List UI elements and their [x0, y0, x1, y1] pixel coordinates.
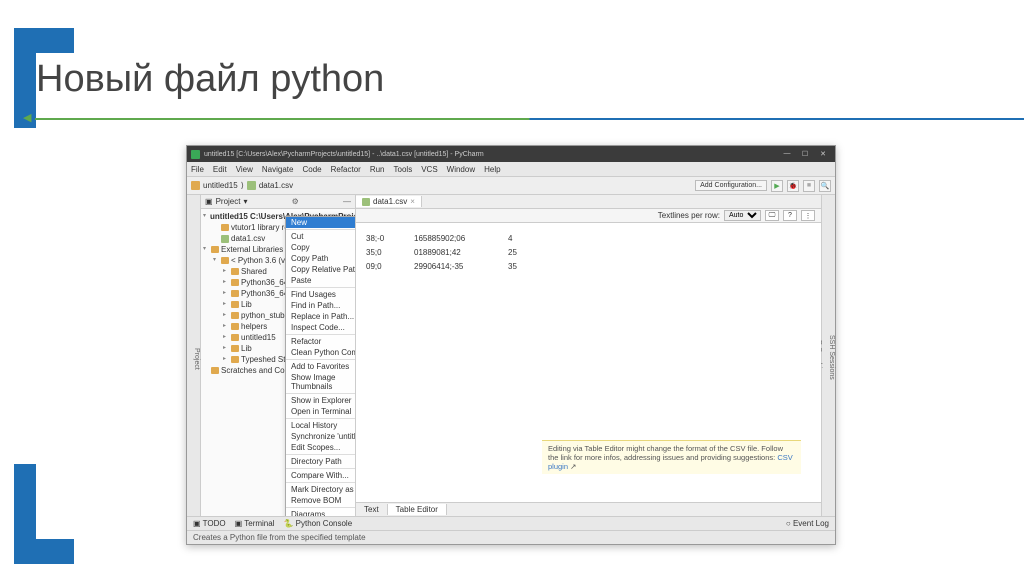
bottom-toolbar: ▣ TODO ▣ Terminal 🐍 Python Console ○ Eve… — [187, 516, 835, 530]
menu-view[interactable]: View — [236, 165, 253, 174]
window-title: untitled15 [C:\Users\Alex\PycharmProject… — [204, 151, 484, 158]
left-sidebar[interactable]: Project — [187, 195, 201, 516]
maximize-icon[interactable]: ☐ — [797, 150, 813, 158]
python-console-button[interactable]: 🐍 Python Console — [283, 519, 352, 528]
menu-edit[interactable]: Edit — [213, 165, 227, 174]
ctx-paste[interactable]: PasteCtrl+V — [286, 275, 356, 286]
ctx-directory-path[interactable]: Directory PathCtrl+Alt+F12 — [286, 456, 356, 467]
breadcrumb-file: data1.csv — [259, 181, 293, 190]
ctx-clean-python-compiled-files[interactable]: Clean Python Compiled Files — [286, 347, 356, 358]
csv-icon — [362, 198, 370, 206]
options-icon[interactable]: ⋮ — [801, 210, 815, 221]
hint-text: Editing via Table Editor might change th… — [548, 444, 783, 462]
ctx-copy-relative-path[interactable]: Copy Relative Path — [286, 264, 356, 275]
menu-vcs[interactable]: VCS — [421, 165, 437, 174]
editor-tab-data1[interactable]: data1.csv × — [356, 196, 422, 207]
ctx-open-in-terminal[interactable]: Open in Terminal — [286, 406, 356, 417]
ctx-inspect-code-[interactable]: Inspect Code... — [286, 322, 356, 333]
tab-table-editor[interactable]: Table Editor — [388, 504, 447, 515]
minimize-icon[interactable]: — — [779, 150, 795, 158]
ctx-new[interactable]: New▸ — [286, 217, 356, 228]
monitor-icon[interactable]: 🖵 — [765, 210, 779, 221]
search-icon[interactable]: 🔍 — [819, 180, 831, 192]
ctx-show-image-thumbnails[interactable]: Show Image ThumbnailsCtrl+Shift+T — [286, 372, 356, 392]
menu-navigate[interactable]: Navigate — [262, 165, 294, 174]
breadcrumb-folder: untitled15 — [203, 181, 238, 190]
status-text: Creates a Python file from the specified… — [193, 533, 366, 542]
table-row: 35;001889081;4225 — [366, 248, 811, 257]
ctx-replace-in-path-[interactable]: Replace in Path...Ctrl+Shift+R — [286, 311, 356, 322]
editor-subbar: Textlines per row: Auto 🖵 ? ⋮ — [356, 209, 821, 223]
textlines-label: Textlines per row: — [658, 211, 720, 220]
slide-divider — [35, 118, 1024, 120]
table-row: 09;029906414;-3535 — [366, 262, 811, 271]
menu-code[interactable]: Code — [302, 165, 321, 174]
ctx-copy-path[interactable]: Copy PathCtrl+Shift+C — [286, 253, 356, 264]
ctx-edit-scopes-[interactable]: Edit Scopes... — [286, 442, 356, 453]
status-bar: Creates a Python file from the specified… — [187, 530, 835, 544]
project-panel-header: ▣ Project ▾ ⚙ — — [201, 195, 355, 209]
ctx-refactor[interactable]: Refactor▸ — [286, 336, 356, 347]
editor-tab-label: data1.csv — [373, 197, 407, 206]
ctx-copy[interactable]: CopyCtrl+C — [286, 242, 356, 253]
data-table: 38;-0165885902;064 35;001889081;4225 09;02… — [356, 223, 821, 282]
toolbar: untitled15 ⟩ data1.csv Add Configuration… — [187, 177, 835, 195]
terminal-button[interactable]: ▣ Terminal — [235, 519, 275, 528]
help-icon[interactable]: ? — [783, 210, 797, 221]
editor-area: data1.csv × Textlines per row: Auto 🖵 ? … — [356, 195, 821, 516]
menu-tools[interactable]: Tools — [394, 165, 413, 174]
breadcrumb[interactable]: untitled15 ⟩ data1.csv — [191, 181, 293, 190]
run-icon[interactable]: ▶ — [771, 180, 783, 192]
project-panel-title: Project — [216, 197, 241, 206]
editor-bottom-tabs: Text Table Editor — [356, 502, 821, 516]
table-row: 38;-0165885902;064 — [366, 234, 811, 243]
hint-bar: Editing via Table Editor might change th… — [542, 440, 801, 474]
close-tab-icon[interactable]: × — [410, 197, 415, 206]
tab-text[interactable]: Text — [356, 504, 388, 515]
ctx-mark-directory-as[interactable]: Mark Directory as▸ — [286, 484, 356, 495]
ctx-add-to-favorites[interactable]: Add to Favorites▸ — [286, 361, 356, 372]
menu-help[interactable]: Help — [484, 165, 500, 174]
context-menu[interactable]: New▸ CutCtrl+XCopyCtrl+CCopy PathCtrl+Shi… — [285, 216, 356, 516]
ctx-synchronize-untitled-[interactable]: Synchronize 'untitled15' — [286, 431, 356, 442]
project-panel: ▣ Project ▾ ⚙ — ▾untitled15 C:\Users\Ale… — [201, 195, 356, 516]
ctx-cut[interactable]: CutCtrl+X — [286, 231, 356, 242]
ctx-compare-with-[interactable]: Compare With...Ctrl+D — [286, 470, 356, 481]
menu-window[interactable]: Window — [447, 165, 475, 174]
todo-button[interactable]: ▣ TODO — [193, 519, 226, 528]
titlebar: untitled15 [C:\Users\Alex\PycharmProject… — [187, 146, 835, 162]
stop-icon[interactable]: ■ — [803, 180, 815, 192]
ide-window: untitled15 [C:\Users\Alex\PycharmProject… — [186, 145, 836, 545]
menu-refactor[interactable]: Refactor — [331, 165, 361, 174]
event-log-button[interactable]: ○ Event Log — [786, 519, 829, 528]
slide-title: Новый файл python — [36, 58, 384, 101]
editor-tabs: data1.csv × — [356, 195, 821, 209]
app-icon — [191, 150, 200, 159]
menubar: File Edit View Navigate Code Refactor Run Tools… — [187, 162, 835, 177]
collapse-icon[interactable]: — — [343, 197, 351, 206]
textlines-select[interactable]: Auto — [724, 210, 761, 221]
ctx-find-usages[interactable]: Find UsagesAlt+F7 — [286, 289, 356, 300]
menu-file[interactable]: File — [191, 165, 204, 174]
ctx-diagrams[interactable]: Diagrams▸ — [286, 509, 356, 516]
file-icon — [247, 181, 256, 190]
add-configuration-button[interactable]: Add Configuration... — [695, 180, 767, 191]
ctx-remove-bom[interactable]: Remove BOM — [286, 495, 356, 506]
gear-icon[interactable]: ⚙ — [292, 197, 299, 206]
right-sidebar[interactable]: SSH Sessions R Graphics Database — [821, 195, 835, 516]
ctx-local-history[interactable]: Local History▸ — [286, 420, 356, 431]
panel-icon: ▣ — [205, 197, 213, 206]
folder-icon — [191, 181, 200, 190]
ctx-find-in-path-[interactable]: Find in Path...Ctrl+Shift+F — [286, 300, 356, 311]
menu-run[interactable]: Run — [370, 165, 385, 174]
ctx-show-in-explorer[interactable]: Show in Explorer — [286, 395, 356, 406]
debug-icon[interactable]: 🐞 — [787, 180, 799, 192]
close-icon[interactable]: ✕ — [815, 150, 831, 158]
